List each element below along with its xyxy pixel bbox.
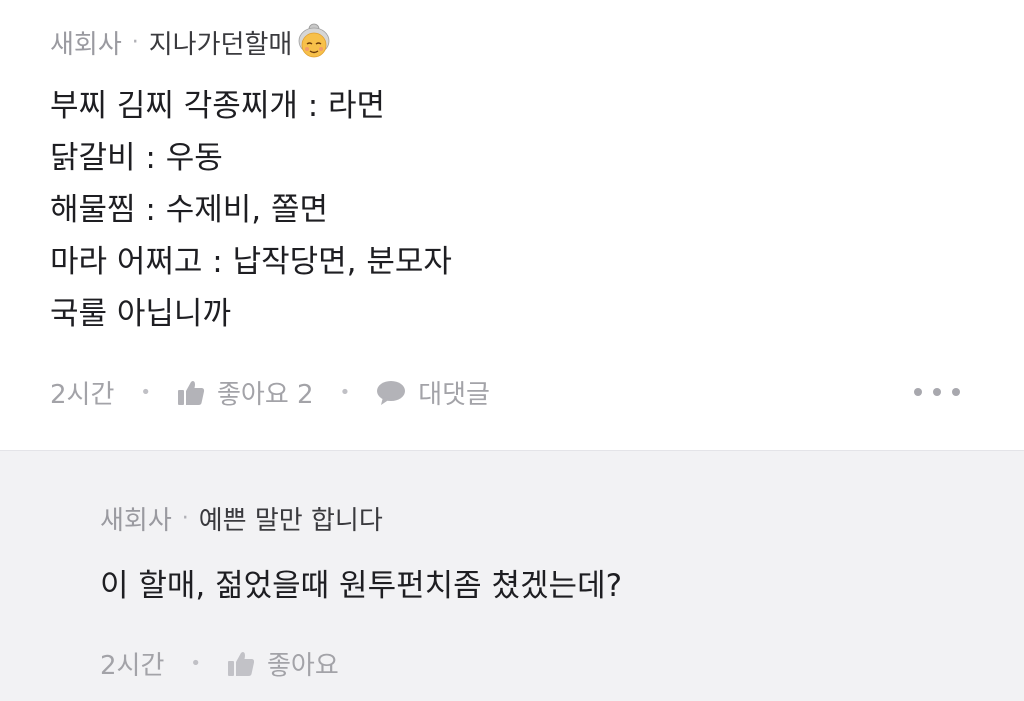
comment-company: 새회사 [50,29,122,60]
comment-body: 부찌 김찌 각종찌개 : 라면 닭갈비 : 우동 해물찜 : 수제비, 쫄면 마… [50,80,452,340]
comment-actions: 2시간 • 좋아요 2 • 대댓글 [50,374,490,411]
comment-author-line: 새회사 · 지나가던할매 [50,22,334,62]
more-options-button[interactable] [914,383,960,401]
comment-line: 닭갈비 : 우동 [50,140,223,176]
like-label: 좋아요 2 [217,380,314,410]
comment-line: 국룰 아닙니까 [50,296,231,332]
separator-dot: · [181,506,189,531]
reply-button[interactable]: 대댓글 [376,374,490,411]
reply-like-label: 좋아요 [267,651,339,681]
reply-like-button[interactable]: 좋아요 [227,645,339,682]
comment-line: 마라 어쩌고 : 납작당면, 분모자 [50,244,452,280]
separator-dot: • [190,653,202,674]
comment-line: 부찌 김찌 각종찌개 : 라면 [50,88,386,124]
old-woman-emoji-icon [298,23,330,58]
more-dot-icon [914,388,922,396]
reply-author-line: 새회사 · 예쁜 말만 합니다 [100,500,383,537]
reply-actions: 2시간 • 좋아요 [100,645,339,682]
reply-time: 2시간 [100,651,165,681]
like-button[interactable]: 좋아요 2 [177,374,314,411]
thumbs-up-icon [228,651,255,676]
separator-dot: · [131,29,139,55]
comment-nickname[interactable]: 지나가던할매 [149,24,293,61]
reply-company: 새회사 [100,506,172,536]
comment-time: 2시간 [50,380,115,410]
comment-card: 새회사 · 지나가던할매 부찌 김찌 각종찌개 : 라면 닭갈비 : 우동 해물… [0,0,1024,450]
more-dot-icon [933,388,941,396]
separator-dot: • [339,382,351,403]
reply-label: 대댓글 [418,380,490,410]
reply-text: 이 할매, 젊었을때 원투펀치좀 쳤겠는데? [100,568,623,604]
thumbs-up-icon [178,380,205,405]
separator-dot: • [140,382,152,403]
comment-line: 해물찜 : 수제비, 쫄면 [50,192,329,228]
reply-nickname[interactable]: 예쁜 말만 합니다 [199,500,383,537]
speech-bubble-icon [377,380,406,405]
more-dot-icon [952,388,960,396]
